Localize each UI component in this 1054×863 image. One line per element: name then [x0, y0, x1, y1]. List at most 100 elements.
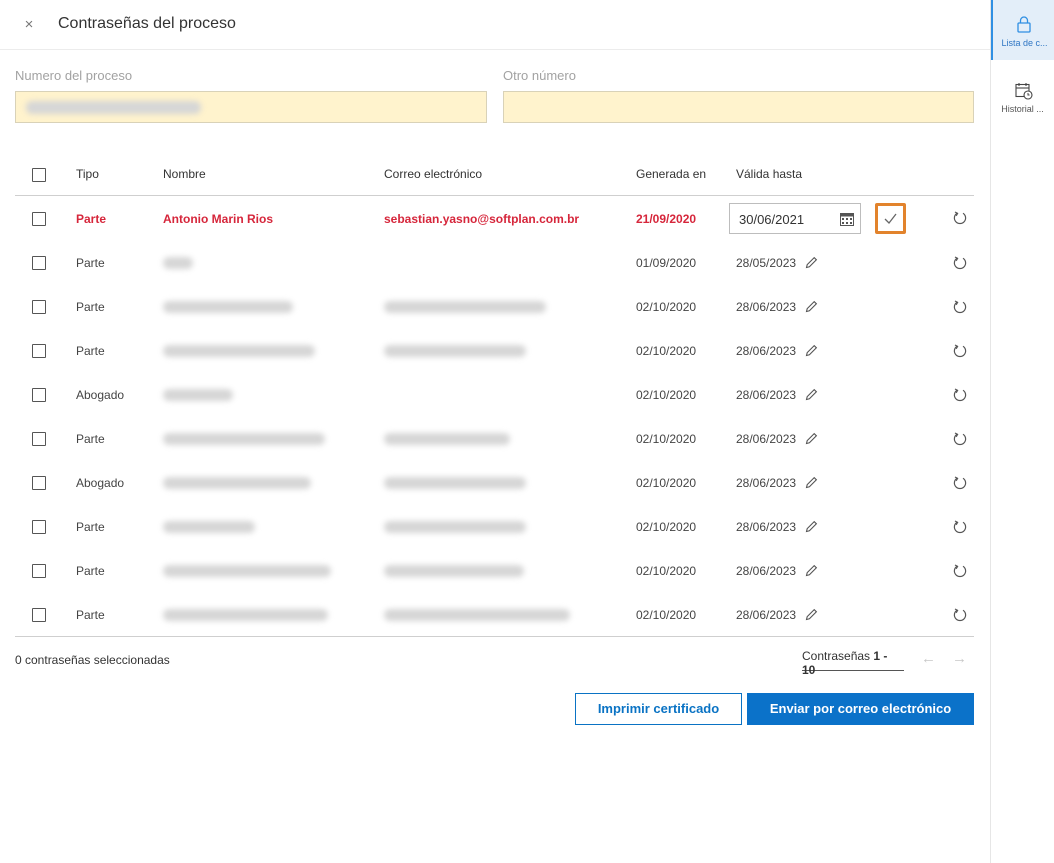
row-checkbox[interactable] — [32, 344, 46, 358]
row-tipo: Parte — [76, 432, 105, 446]
edit-pencil-icon[interactable] — [805, 432, 818, 445]
table-row: Parte 01/09/2020 28/05/2023 — [15, 241, 974, 285]
row-checkbox[interactable] — [32, 256, 46, 270]
table-header: Tipo Nombre Correo electrónico Generada … — [15, 152, 974, 196]
regenerate-icon[interactable] — [953, 211, 967, 225]
valid-until-date-input[interactable]: 30/06/2021 — [729, 203, 861, 234]
edit-pencil-icon[interactable] — [805, 608, 818, 621]
calendar-icon[interactable] — [840, 212, 854, 231]
row-checkbox[interactable] — [32, 564, 46, 578]
redacted-email — [384, 477, 526, 489]
row-generada: 02/10/2020 — [636, 432, 697, 446]
edit-pencil-icon[interactable] — [805, 520, 818, 533]
row-correo: sebastian.yasno@softplan.com.br — [384, 212, 580, 226]
edit-pencil-icon[interactable] — [805, 388, 818, 401]
redacted-name — [163, 345, 315, 357]
row-tipo: Abogado — [76, 476, 125, 490]
edit-pencil-icon[interactable] — [805, 300, 818, 313]
row-checkbox[interactable] — [32, 608, 46, 622]
table-row: Parte 02/10/2020 28/06/2023 — [15, 505, 974, 549]
row-checkbox[interactable] — [32, 388, 46, 402]
table-row: Parte 02/10/2020 28/06/2023 — [15, 593, 974, 637]
checkmark-icon — [884, 213, 897, 224]
other-number-label: Otro número — [503, 68, 576, 83]
lock-icon — [1017, 16, 1031, 33]
row-checkbox[interactable] — [32, 476, 46, 490]
regenerate-icon[interactable] — [953, 476, 967, 490]
redacted-email — [384, 301, 546, 313]
sidebar-item-password-list[interactable]: Lista de c... — [991, 0, 1054, 60]
selected-count: 0 contraseñas seleccionadas — [15, 653, 170, 667]
row-generada: 02/10/2020 — [636, 344, 697, 358]
send-email-button[interactable]: Enviar por correo electrónico — [747, 693, 974, 725]
row-valida: 28/06/2023 — [736, 300, 797, 314]
row-tipo: Abogado — [76, 388, 125, 402]
regenerate-icon[interactable] — [953, 344, 967, 358]
pagination-info: Contraseñas 1 - 10 — [802, 649, 904, 677]
row-generada: 02/10/2020 — [636, 520, 697, 534]
redacted-email — [384, 609, 570, 621]
calendar-clock-icon — [1015, 83, 1033, 100]
right-sidebar: Lista de c... Historial ... — [990, 0, 1054, 863]
row-generada: 02/10/2020 — [636, 388, 697, 402]
edit-pencil-icon[interactable] — [805, 564, 818, 577]
row-generada: 21/09/2020 — [636, 212, 697, 226]
table-row: Abogado 02/10/2020 28/06/2023 — [15, 373, 974, 417]
redacted-email — [384, 521, 526, 533]
process-number-label: Numero del proceso — [15, 68, 133, 83]
other-number-input[interactable] — [503, 91, 974, 123]
next-page-button[interactable]: → — [952, 650, 967, 667]
row-tipo: Parte — [76, 300, 105, 314]
row-valida: 28/06/2023 — [736, 520, 797, 534]
main-panel: × Contraseñas del proceso Numero del pro… — [0, 0, 990, 863]
row-valida: 28/06/2023 — [736, 476, 797, 490]
row-checkbox[interactable] — [32, 300, 46, 314]
edit-pencil-icon[interactable] — [805, 256, 818, 269]
row-generada: 02/10/2020 — [636, 476, 697, 490]
row-valida: 28/06/2023 — [736, 608, 797, 622]
row-generada: 02/10/2020 — [636, 564, 697, 578]
table-row: Parte 02/10/2020 28/06/2023 — [15, 329, 974, 373]
pager-label: Contraseñas — [802, 649, 871, 663]
table-footer-divider — [15, 636, 974, 637]
sidebar-item-history[interactable]: Historial ... — [991, 66, 1054, 126]
row-checkbox[interactable] — [32, 432, 46, 446]
redacted-name — [163, 433, 325, 445]
row-nombre: Antonio Marin Rios — [163, 212, 273, 226]
regenerate-icon[interactable] — [953, 520, 967, 534]
row-checkbox[interactable] — [32, 520, 46, 534]
edit-pencil-icon[interactable] — [805, 344, 818, 357]
regenerate-icon[interactable] — [953, 388, 967, 402]
row-tipo: Parte — [76, 212, 107, 226]
row-valida: 28/05/2023 — [736, 256, 797, 270]
regenerate-icon[interactable] — [953, 564, 967, 578]
redacted-value — [26, 101, 201, 114]
confirm-date-button[interactable] — [875, 203, 906, 234]
row-checkbox[interactable] — [32, 212, 46, 226]
redacted-name — [163, 301, 293, 313]
regenerate-icon[interactable] — [953, 432, 967, 446]
regenerate-icon[interactable] — [953, 300, 967, 314]
edit-pencil-icon[interactable] — [805, 476, 818, 489]
column-header-nombre: Nombre — [163, 167, 206, 181]
row-valida: 28/06/2023 — [736, 388, 797, 402]
redacted-name — [163, 389, 233, 401]
close-button[interactable]: × — [20, 14, 38, 36]
print-certificate-button[interactable]: Imprimir certificado — [575, 693, 742, 725]
sidebar-item-label: Lista de c... — [1001, 38, 1048, 48]
table-row: Parte 02/10/2020 28/06/2023 — [15, 285, 974, 329]
redacted-name — [163, 565, 331, 577]
column-header-tipo: Tipo — [76, 167, 99, 181]
select-all-checkbox[interactable] — [32, 168, 46, 182]
regenerate-icon[interactable] — [953, 608, 967, 622]
prev-page-button[interactable]: ← — [921, 650, 936, 667]
process-number-input[interactable] — [15, 91, 487, 123]
redacted-email — [384, 433, 510, 445]
row-tipo: Parte — [76, 520, 105, 534]
sidebar-item-label: Historial ... — [1001, 104, 1044, 114]
column-header-generada: Generada en — [636, 167, 707, 181]
page-title: Contraseñas del proceso — [58, 15, 236, 32]
table-row: Abogado 02/10/2020 28/06/2023 — [15, 461, 974, 505]
row-tipo: Parte — [76, 564, 105, 578]
regenerate-icon[interactable] — [953, 256, 967, 270]
